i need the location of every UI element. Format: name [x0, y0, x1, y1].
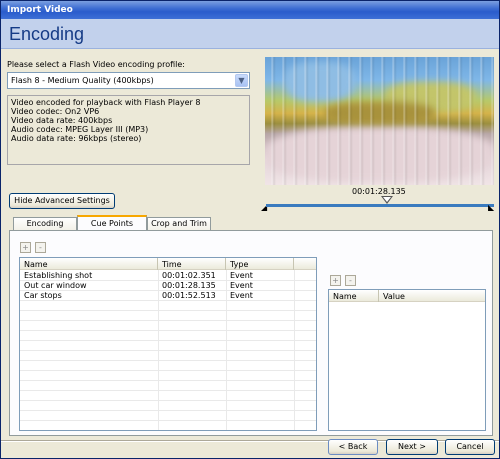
table-row	[20, 391, 316, 401]
next-button-label: Next >	[398, 442, 426, 451]
table-row	[20, 351, 316, 361]
column-header-param-name[interactable]: Name	[329, 290, 379, 302]
minus-icon: -	[349, 276, 352, 285]
profile-label: Please select a Flash Video encoding pro…	[7, 60, 185, 69]
cue-points-header: Name Time Type	[20, 258, 316, 270]
back-button[interactable]: < Back	[328, 439, 378, 455]
title-bar[interactable]: Import Video	[1, 1, 499, 19]
hide-advanced-settings-label: Hide Advanced Settings	[14, 196, 110, 205]
table-row	[20, 361, 316, 371]
encoding-profile-value: Flash 8 - Medium Quality (400kbps)	[11, 76, 154, 85]
profile-detail-line: Video codec: On2 VP6	[11, 107, 100, 116]
chevron-down-icon[interactable]: ▼	[235, 74, 248, 87]
table-row	[20, 341, 316, 351]
profile-detail-line: Audio codec: MPEG Layer III (MP3)	[11, 125, 149, 134]
table-row[interactable]: Out car window 00:01:28.135 Event	[20, 281, 316, 291]
table-row	[20, 371, 316, 381]
column-header-time[interactable]: Time	[158, 258, 226, 270]
profile-detail-line: Video data rate: 400kbps	[11, 116, 113, 125]
table-row	[20, 401, 316, 411]
cue-type: Event	[230, 291, 253, 300]
table-row[interactable]: Establishing shot 00:01:02.351 Event	[20, 271, 316, 281]
parameters-list[interactable]: Name Value	[328, 289, 486, 431]
minus-icon: -	[39, 243, 42, 252]
remove-cue-point-button[interactable]: -	[35, 242, 46, 253]
column-header-param-value[interactable]: Value	[379, 290, 485, 302]
window-title: Import Video	[7, 5, 73, 15]
plus-icon: +	[22, 243, 29, 252]
table-row	[20, 321, 316, 331]
page-title: Encoding	[9, 24, 85, 44]
table-row	[20, 421, 316, 430]
tab-encoding-label: Encoding	[26, 219, 64, 228]
profile-detail-line: Video encoded for playback with Flash Pl…	[11, 98, 201, 107]
cue-name: Establishing shot	[24, 271, 93, 280]
encoding-profile-select[interactable]: Flash 8 - Medium Quality (400kbps) ▼	[7, 72, 250, 89]
parameters-header: Name Value	[329, 290, 485, 302]
cue-points-panel: + - Name Time Type Establishing shot 00:…	[9, 230, 493, 436]
remove-parameter-button[interactable]: -	[345, 275, 356, 286]
tab-crop-and-trim[interactable]: Crop and Trim	[147, 217, 211, 230]
add-parameter-button[interactable]: +	[330, 275, 341, 286]
cue-name: Out car window	[24, 281, 87, 290]
out-point-marker[interactable]: ◣	[488, 203, 495, 212]
tab-encoding[interactable]: Encoding	[13, 217, 77, 230]
table-row	[20, 411, 316, 421]
column-header-type[interactable]: Type	[226, 258, 294, 270]
video-preview	[265, 57, 494, 185]
add-cue-point-button[interactable]: +	[20, 242, 31, 253]
cancel-button[interactable]: Cancel	[445, 439, 495, 455]
table-row[interactable]: Car stops 00:01:52.513 Event	[20, 291, 316, 301]
playhead-handle[interactable]	[380, 196, 393, 204]
cue-type: Event	[230, 271, 253, 280]
timecode-readout: 00:01:28.135	[352, 187, 406, 196]
tab-crop-and-trim-label: Crop and Trim	[151, 219, 207, 228]
cue-time: 00:01:02.351	[162, 271, 216, 280]
cancel-button-label: Cancel	[456, 442, 484, 451]
table-row	[20, 381, 316, 391]
cue-type: Event	[230, 281, 253, 290]
tab-cue-points[interactable]: Cue Points	[77, 215, 147, 231]
plus-icon: +	[332, 276, 339, 285]
cue-time: 00:01:52.513	[162, 291, 216, 300]
back-button-label: < Back	[338, 442, 368, 451]
hide-advanced-settings-button[interactable]: Hide Advanced Settings	[9, 193, 115, 209]
cue-time: 00:01:28.135	[162, 281, 216, 290]
column-header-name[interactable]: Name	[20, 258, 158, 270]
table-row	[20, 311, 316, 321]
cue-name: Car stops	[24, 291, 62, 300]
cue-points-list[interactable]: Name Time Type Establishing shot 00:01:0…	[19, 257, 317, 431]
profile-detail-line: Audio data rate: 96kbps (stereo)	[11, 134, 142, 143]
table-row	[20, 301, 316, 311]
next-button[interactable]: Next >	[386, 439, 438, 455]
table-row	[20, 331, 316, 341]
import-video-dialog: Import Video Encoding Please select a Fl…	[0, 0, 500, 459]
scrub-bar[interactable]	[266, 204, 494, 207]
tab-cue-points-label: Cue Points	[90, 219, 134, 228]
page-header: Encoding	[1, 19, 499, 49]
profile-details: Video encoded for playback with Flash Pl…	[7, 95, 250, 165]
